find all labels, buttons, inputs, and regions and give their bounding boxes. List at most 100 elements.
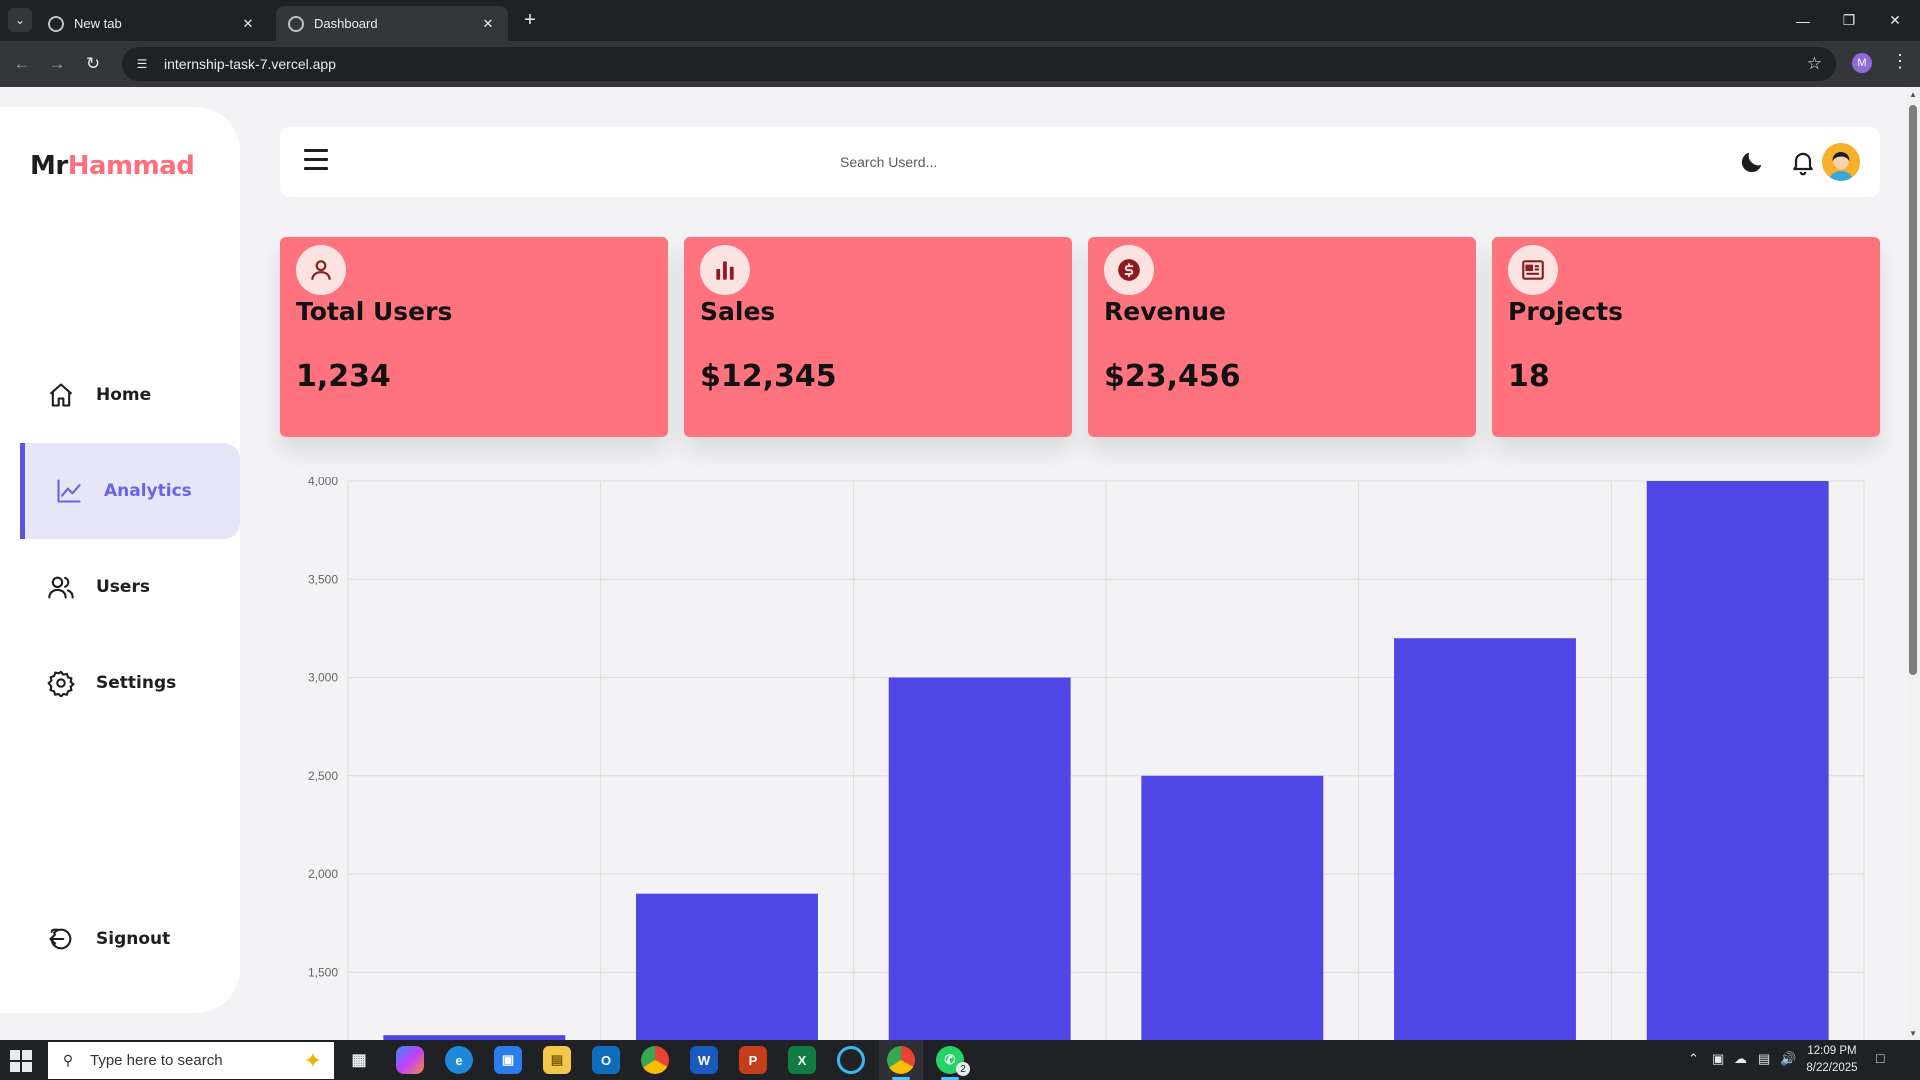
profile-avatar[interactable]: M	[1852, 53, 1872, 73]
tab-search-button[interactable]: ⌄	[8, 8, 32, 32]
card-title: Total Users	[296, 297, 453, 326]
copilot-app-icon[interactable]	[396, 1046, 424, 1074]
restore-button[interactable]: ❐	[1826, 0, 1872, 41]
chart-y-tick-label: 3,000	[308, 671, 338, 685]
chart-bar[interactable]	[1646, 481, 1829, 1040]
signout-button[interactable]: Signout	[20, 891, 240, 987]
back-button[interactable]: ←	[10, 52, 34, 76]
chart-canvas: 1,500 2,000 2,500 3,000 3,500 4,000	[308, 477, 1865, 1040]
reload-button[interactable]: ↻	[81, 52, 105, 76]
browser-tab-bar: ⌄ New tab ✕ Dashboard ✕ + — ❐ ✕	[0, 0, 1920, 41]
card-value: 18	[1508, 359, 1550, 394]
close-window-button[interactable]: ✕	[1872, 0, 1918, 41]
file-explorer-icon[interactable]: ▤	[543, 1046, 571, 1074]
sidebar-item-label: Home	[96, 385, 152, 405]
browser-tab-dashboard[interactable]: Dashboard ✕	[276, 6, 508, 41]
stat-card-projects: Projects 18	[1492, 237, 1880, 437]
card-title: Sales	[700, 297, 776, 326]
outlook-icon[interactable]: O	[592, 1046, 620, 1074]
chart-y-tick-label: 2,500	[308, 769, 338, 783]
edge-browser-icon[interactable]: e	[445, 1046, 473, 1074]
sidebar-item-analytics[interactable]: Analytics	[20, 443, 240, 539]
volume-icon[interactable]: 🔊	[1780, 1051, 1796, 1067]
chart-y-tick-label: 1,500	[308, 965, 338, 979]
bookmark-star-icon[interactable]: ☆	[1807, 54, 1822, 74]
sidebar-item-label: Analytics	[104, 481, 192, 501]
cortana-icon[interactable]	[837, 1046, 865, 1074]
sidebar-item-label: Users	[96, 577, 150, 597]
forward-button[interactable]: →	[45, 52, 69, 76]
taskbar-search-box[interactable]: ⚲ Type here to search ✦	[48, 1042, 334, 1079]
brand-logo[interactable]: MrHammad	[30, 151, 195, 181]
clock-date: 8/22/2025	[1806, 1062, 1858, 1074]
card-value: $23,456	[1104, 359, 1241, 394]
url-text: internship-task-7.vercel.app	[164, 56, 336, 72]
dark-mode-moon-icon[interactable]	[1735, 145, 1769, 179]
scroll-down-arrow[interactable]: ▼	[1906, 1026, 1920, 1040]
brand-part-1: Mr	[30, 151, 68, 181]
stat-card-revenue: Revenue $23,456	[1088, 237, 1476, 437]
menu-toggle-icon[interactable]	[304, 149, 328, 173]
sidebar: MrHammad Home Analytics Users Settings S…	[0, 107, 240, 1013]
home-icon	[46, 380, 76, 410]
sidebar-item-settings[interactable]: Settings	[20, 635, 240, 731]
user-avatar[interactable]	[1822, 143, 1860, 181]
powerpoint-icon[interactable]: P	[739, 1046, 767, 1074]
page-viewport: MrHammad Home Analytics Users Settings S…	[0, 87, 1906, 1040]
chrome-profile-app-icon[interactable]	[887, 1046, 915, 1074]
sidebar-item-home[interactable]: Home	[20, 347, 240, 443]
whatsapp-badge: 2	[956, 1062, 970, 1076]
close-tab-icon[interactable]: ✕	[240, 16, 256, 32]
users-icon	[46, 572, 76, 602]
chart-bar[interactable]	[1141, 775, 1324, 1040]
chrome-app-icon[interactable]	[641, 1046, 669, 1074]
new-tab-button[interactable]: +	[518, 8, 542, 32]
bar-chart-icon	[700, 245, 750, 295]
chart-bar[interactable]	[636, 893, 818, 1040]
settings-icon	[46, 668, 76, 698]
task-view-icon[interactable]: ▦	[345, 1046, 373, 1074]
show-hidden-icons-chevron[interactable]: ⌃	[1688, 1051, 1699, 1067]
microsoft-store-icon[interactable]: ▣	[494, 1046, 522, 1074]
scroll-up-arrow[interactable]: ▲	[1906, 87, 1920, 101]
onedrive-icon[interactable]: ☁	[1734, 1051, 1747, 1067]
taskbar-clock[interactable]: 12:09 PM 8/22/2025	[1798, 1043, 1866, 1077]
chart-y-tick-label: 3,500	[308, 572, 338, 586]
chart-bar[interactable]	[888, 677, 1071, 1040]
minimize-button[interactable]: —	[1780, 0, 1826, 41]
card-value: 1,234	[296, 359, 391, 394]
tab-title: New tab	[74, 16, 122, 31]
sidebar-item-label: Settings	[96, 673, 177, 693]
dollar-icon	[1104, 245, 1154, 295]
address-bar[interactable]: ☰ internship-task-7.vercel.app ☆	[122, 47, 1836, 81]
scrollbar-thumb[interactable]	[1909, 105, 1917, 675]
search-icon: ⚲	[62, 1052, 74, 1068]
search-input[interactable]	[840, 147, 1240, 177]
word-icon[interactable]: W	[690, 1046, 718, 1074]
site-info-icon[interactable]: ☰	[134, 56, 150, 72]
signout-label: Signout	[96, 929, 171, 949]
page-scrollbar[interactable]: ▲ ▼	[1906, 87, 1920, 1040]
top-header	[280, 127, 1880, 197]
chrome-icon	[48, 15, 64, 32]
copilot-sparkle-icon: ✦	[303, 1048, 322, 1073]
browser-tab-new-tab[interactable]: New tab ✕	[36, 6, 268, 41]
network-icon[interactable]: ▤	[1758, 1051, 1770, 1067]
signout-icon	[46, 924, 76, 954]
browser-menu-icon[interactable]: ⋮	[1890, 51, 1910, 72]
chart-bar[interactable]	[1394, 638, 1576, 1040]
analytics-icon	[54, 476, 84, 506]
notification-center-icon[interactable]: □	[1876, 1050, 1896, 1070]
stat-card-total-users: Total Users 1,234	[280, 237, 668, 437]
windows-taskbar: ⚲ Type here to search ✦ ▦ e ▣ ▤ O W P X …	[0, 1040, 1920, 1080]
stat-card-sales: Sales $12,345	[684, 237, 1072, 437]
brand-part-2: Hammad	[67, 151, 195, 181]
windows-start-icon[interactable]	[10, 1050, 32, 1072]
chart-y-tick-label: 4,000	[308, 477, 338, 488]
sidebar-item-users[interactable]: Users	[20, 539, 240, 635]
notification-bell-icon[interactable]	[1786, 145, 1820, 179]
meet-now-icon[interactable]: ▣	[1712, 1051, 1724, 1067]
close-tab-icon[interactable]: ✕	[480, 16, 496, 32]
excel-icon[interactable]: X	[788, 1046, 816, 1074]
clock-time: 12:09 PM	[1807, 1045, 1857, 1057]
